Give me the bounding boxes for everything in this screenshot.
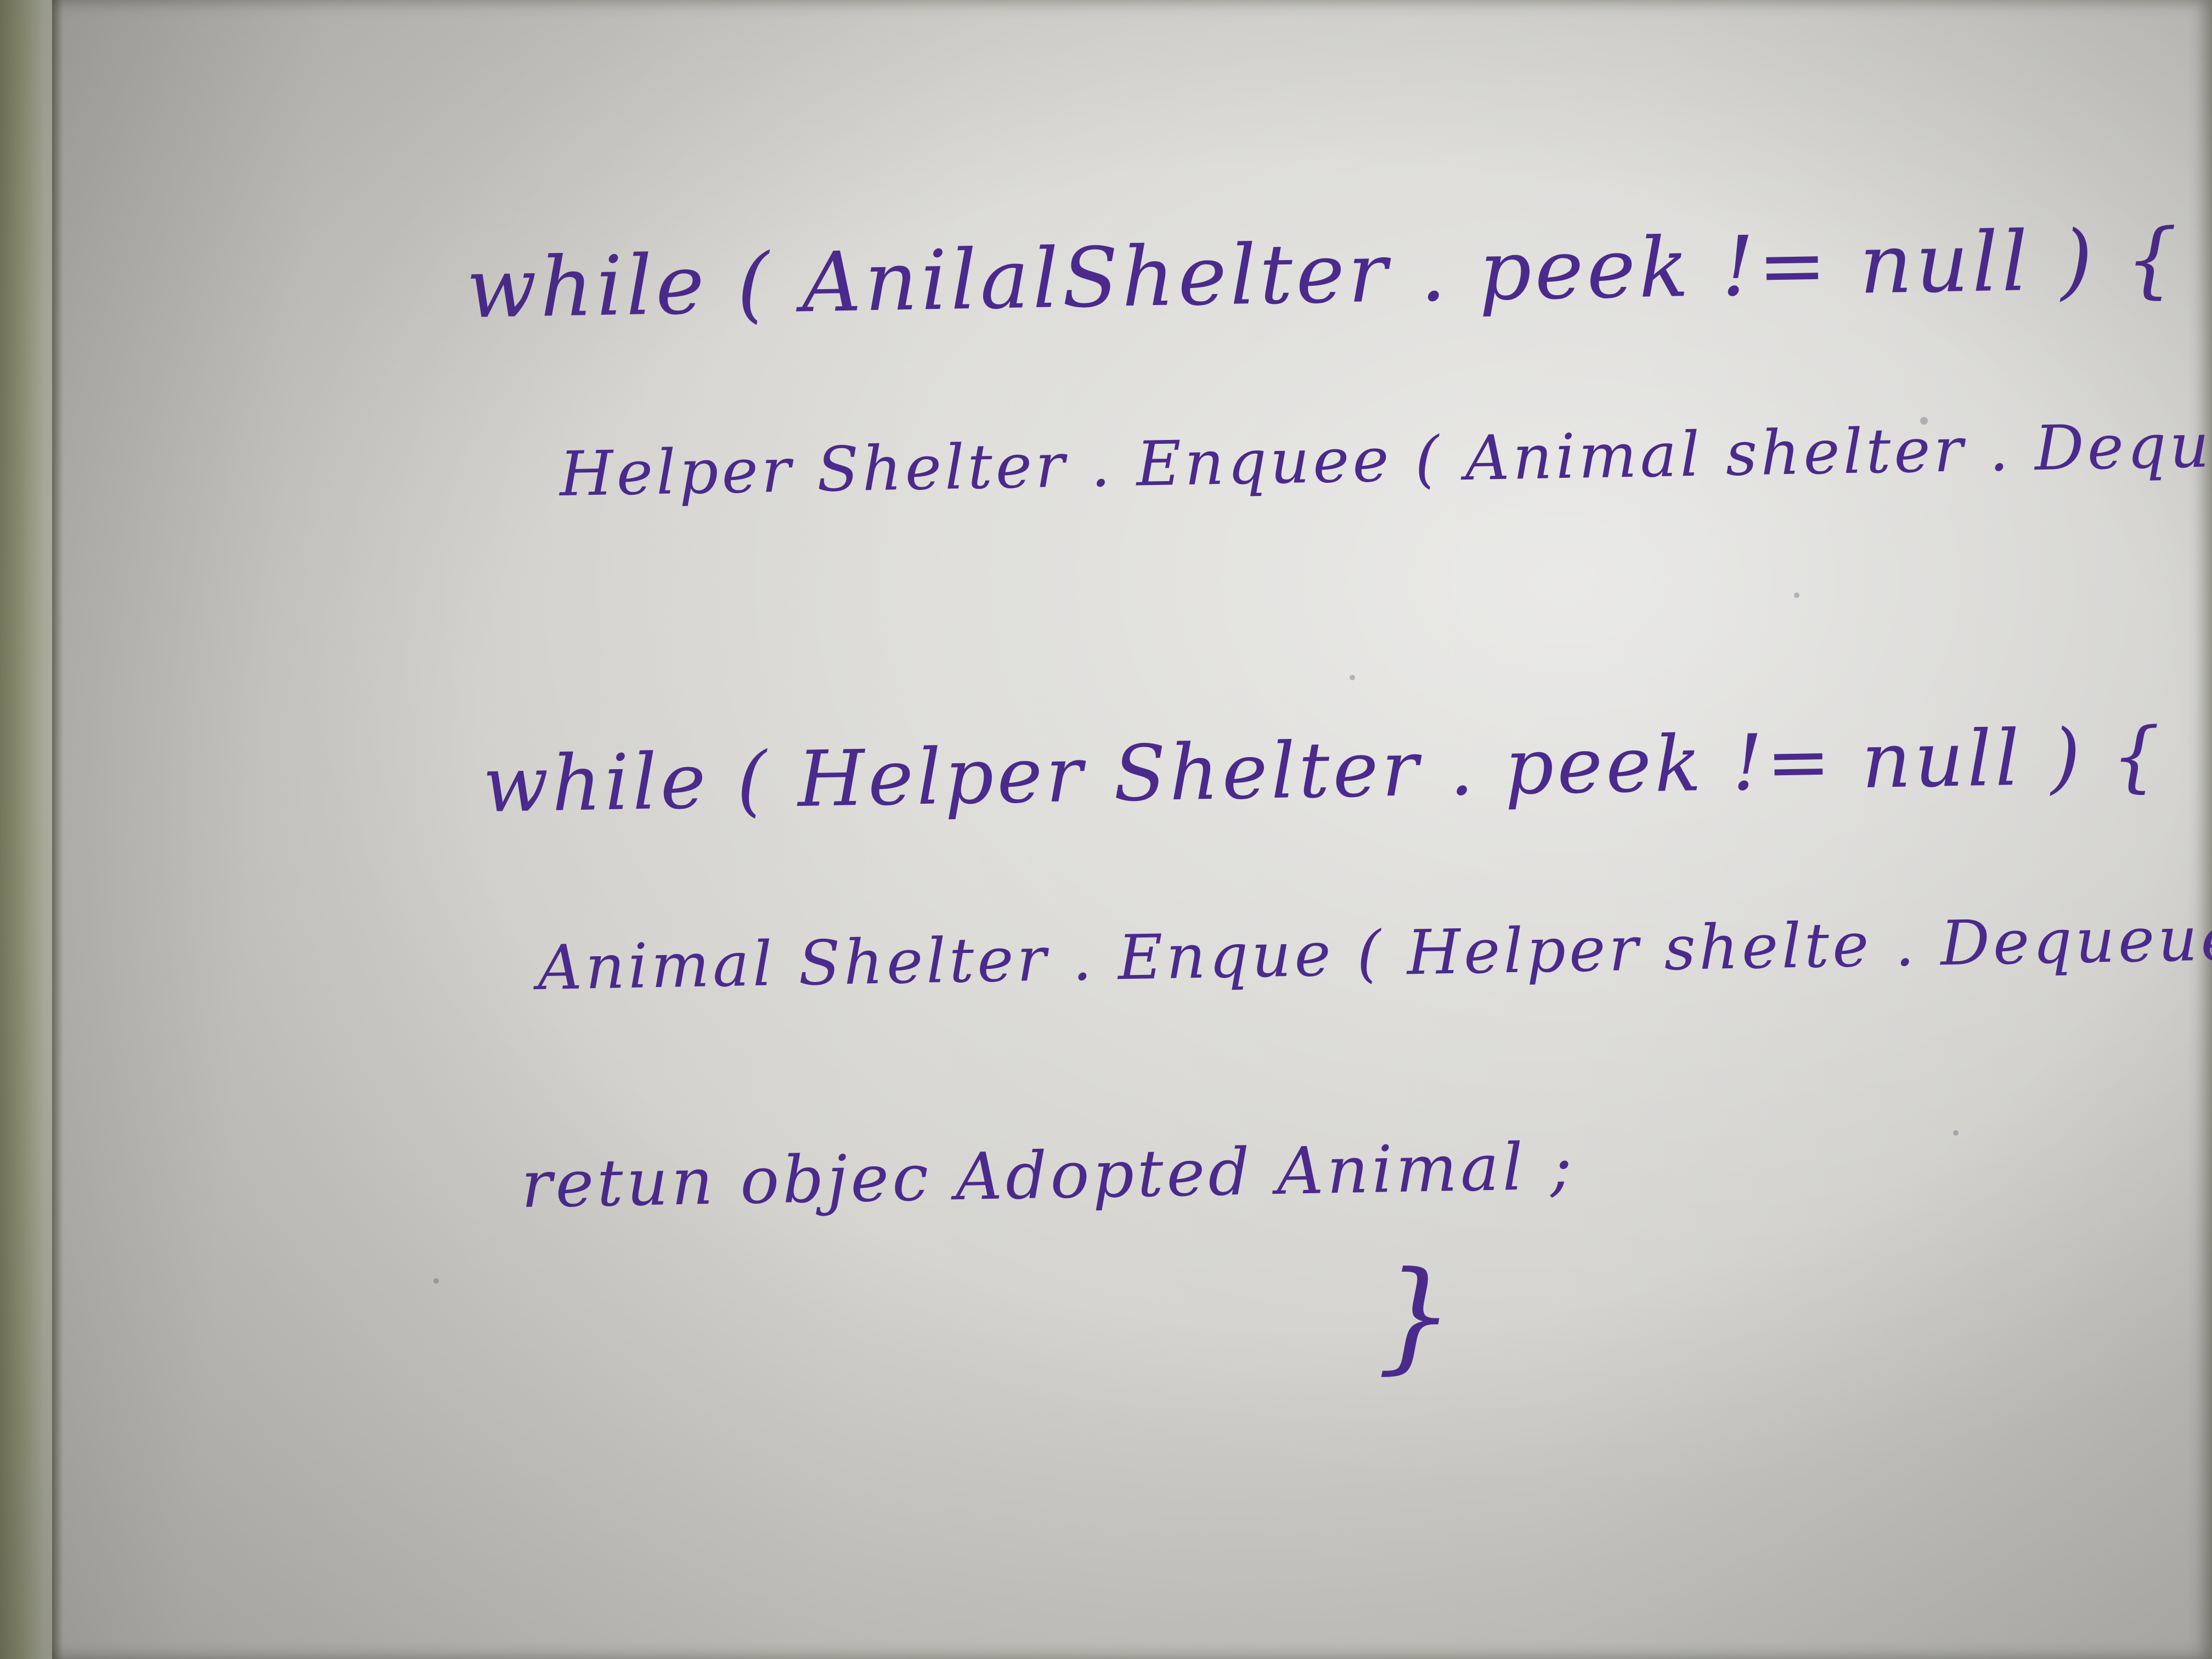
paper-speck [1350, 675, 1355, 680]
handwritten-closing-brace: } [1377, 1245, 1454, 1386]
paper-speck [433, 1278, 439, 1284]
paper-edge-shadow [52, 0, 63, 1659]
paper-speck [1920, 417, 1928, 425]
paper-speck [1794, 592, 1799, 598]
photo: while ( AnilalShelter . peek != null ) {… [0, 0, 2212, 1659]
paper-speck [1953, 1130, 1959, 1136]
